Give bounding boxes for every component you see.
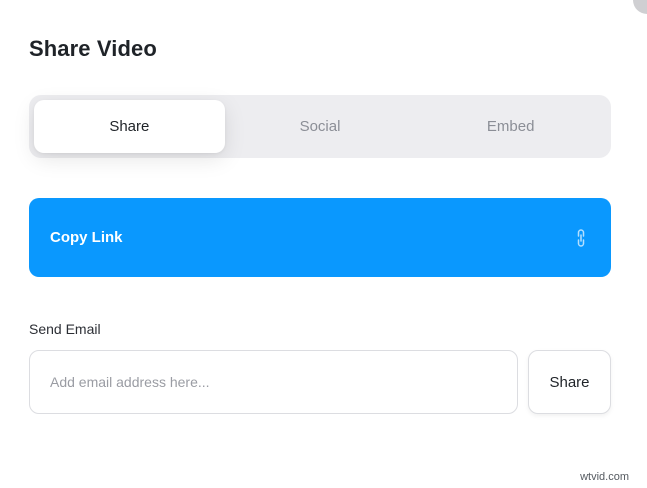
share-tabs: Share Social Embed: [29, 95, 611, 158]
email-field[interactable]: [29, 350, 518, 414]
share-email-button[interactable]: Share: [528, 350, 611, 414]
tab-embed[interactable]: Embed: [415, 100, 606, 153]
dialog-title: Share Video: [29, 36, 157, 61]
tab-share[interactable]: Share: [34, 100, 225, 153]
share-video-dialog: Share Video Share Social Embed Copy Link…: [0, 0, 647, 488]
link-icon: [573, 226, 589, 250]
corner-shadow: [633, 0, 647, 14]
tab-social[interactable]: Social: [225, 100, 416, 153]
send-email-label: Send Email: [29, 321, 101, 337]
copy-link-label: Copy Link: [50, 229, 123, 246]
copy-link-button[interactable]: Copy Link: [29, 198, 611, 277]
watermark: wtvid.com: [580, 471, 629, 483]
